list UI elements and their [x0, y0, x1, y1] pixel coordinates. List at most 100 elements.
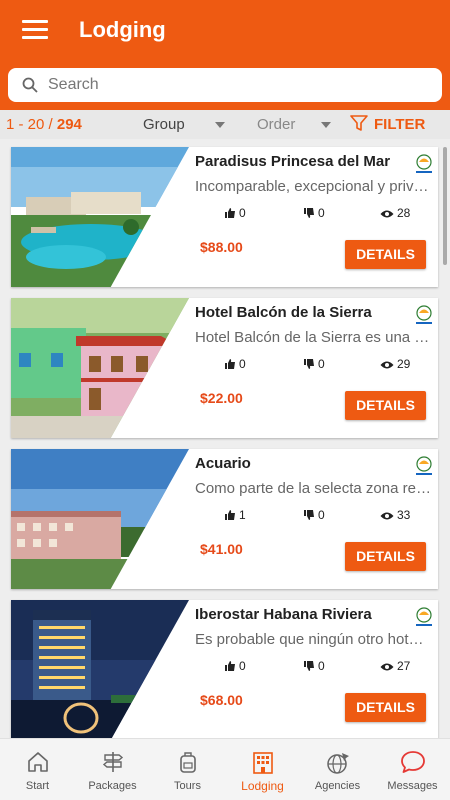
hotel-photo [11, 600, 189, 738]
page-title: Lodging [79, 17, 166, 42]
order-dropdown[interactable]: Order [257, 116, 332, 133]
hotel-name[interactable]: Paradisus Princesa del Mar [195, 153, 390, 170]
nav-label: Tours [174, 780, 201, 792]
nav-messages[interactable]: Messages [375, 739, 450, 800]
thumbs-up-icon [225, 661, 235, 671]
nav-tours[interactable]: Tours [150, 739, 225, 800]
agency-logo-icon [416, 607, 432, 626]
hotel-list[interactable]: Paradisus Princesa del Mar Incomparable,… [0, 139, 450, 738]
hotel-price: $68.00 [200, 692, 243, 708]
bottom-navigation: Start Packages Tours Lodging Agencies Me… [0, 738, 450, 800]
home-icon [27, 752, 48, 772]
views-stat: 33 [380, 508, 410, 522]
thumbs-down-icon [304, 359, 314, 369]
filter-label: FILTER [374, 116, 426, 133]
chevron-down-icon [321, 122, 332, 129]
nav-start[interactable]: Start [0, 739, 75, 800]
scrollbar[interactable] [443, 147, 447, 265]
hotel-name[interactable]: Iberostar Habana Riviera [195, 606, 372, 623]
views-count: 29 [397, 357, 411, 371]
group-dropdown[interactable]: Group [143, 116, 225, 133]
likes-stat[interactable]: 0 [224, 357, 246, 371]
dislikes-stat[interactable]: 0 [303, 206, 325, 220]
menu-icon[interactable] [22, 20, 48, 42]
eye-icon [380, 361, 394, 369]
dislikes-stat[interactable]: 0 [303, 357, 325, 371]
details-button[interactable]: DETAILS [345, 542, 426, 571]
likes-stat[interactable]: 0 [224, 206, 246, 220]
dislikes-count: 0 [318, 357, 325, 371]
details-button[interactable]: DETAILS [345, 693, 426, 722]
hotel-card[interactable]: Acuario Como parte de la selecta zona re… [11, 449, 438, 589]
agency-logo-icon [416, 154, 432, 173]
search-icon [22, 77, 38, 93]
views-stat: 29 [380, 357, 410, 371]
thumbs-down-icon [304, 208, 314, 218]
chevron-down-icon [214, 122, 225, 129]
agency-logo-icon [416, 456, 432, 475]
thumbs-up-icon [225, 359, 235, 369]
views-count: 33 [397, 508, 411, 522]
agency-logo-icon [416, 305, 432, 324]
result-count: 1 - 20 / 294 [6, 116, 82, 133]
eye-icon [380, 663, 394, 671]
hotel-card[interactable]: Hotel Balcón de la Sierra Hotel Balcón d… [11, 298, 438, 438]
likes-stat[interactable]: 1 [224, 508, 246, 522]
details-button[interactable]: DETAILS [345, 391, 426, 420]
result-range: 1 - 20 / [6, 116, 57, 133]
nav-label: Agencies [314, 780, 361, 792]
nav-label: Packages [88, 780, 137, 792]
dislikes-stat[interactable]: 0 [303, 508, 325, 522]
hotel-card[interactable]: Iberostar Habana Riviera Es probable que… [11, 600, 438, 738]
hotel-photo [11, 449, 189, 589]
nav-label: Lodging [241, 779, 284, 793]
search-input[interactable] [48, 74, 428, 96]
likes-count: 1 [239, 508, 246, 522]
views-count: 28 [397, 206, 411, 220]
views-count: 27 [397, 659, 411, 673]
likes-count: 0 [239, 357, 246, 371]
nav-label: Messages [387, 780, 438, 792]
thumbs-up-icon [225, 510, 235, 520]
hotel-description: Incomparable, excepcional y privilegiado [195, 178, 431, 195]
hotel-description: Como parte de la selecta zona residencia… [195, 480, 431, 497]
search-bar[interactable] [8, 68, 442, 102]
eye-icon [380, 512, 394, 520]
hotel-price: $88.00 [200, 239, 243, 255]
building-icon [252, 752, 273, 774]
nav-lodging[interactable]: Lodging [225, 739, 300, 800]
hotel-price: $41.00 [200, 541, 243, 557]
hotel-price: $22.00 [200, 390, 243, 406]
nav-label: Start [25, 780, 50, 792]
chat-bubble-icon [400, 751, 425, 773]
likes-stat[interactable]: 0 [224, 659, 246, 673]
filter-button[interactable]: FILTER [350, 115, 425, 133]
dislikes-count: 0 [318, 508, 325, 522]
dislikes-count: 0 [318, 659, 325, 673]
hotel-name[interactable]: Acuario [195, 455, 251, 472]
hotel-name[interactable]: Hotel Balcón de la Sierra [195, 304, 372, 321]
eye-icon [380, 210, 394, 218]
signpost-icon [102, 752, 123, 772]
app-bar: Lodging [0, 0, 450, 110]
filter-bar: 1 - 20 / 294 Group Order FILTER [0, 110, 450, 139]
thumbs-down-icon [304, 510, 314, 520]
backpack-icon [179, 752, 196, 773]
views-stat: 28 [380, 206, 410, 220]
hotel-description: Hotel Balcón de la Sierra es una opción [195, 329, 431, 346]
hotel-photo [11, 298, 189, 438]
details-button[interactable]: DETAILS [345, 240, 426, 269]
globe-plane-icon [326, 753, 349, 774]
hotel-description: Es probable que ningún otro hotel de La [195, 631, 431, 648]
dislikes-stat[interactable]: 0 [303, 659, 325, 673]
nav-agencies[interactable]: Agencies [300, 739, 375, 800]
thumbs-up-icon [225, 208, 235, 218]
nav-packages[interactable]: Packages [75, 739, 150, 800]
views-stat: 27 [380, 659, 410, 673]
thumbs-down-icon [304, 661, 314, 671]
order-label: Order [257, 116, 296, 133]
result-total: 294 [56, 116, 82, 133]
dislikes-count: 0 [318, 206, 325, 220]
hotel-card[interactable]: Paradisus Princesa del Mar Incomparable,… [11, 147, 438, 287]
group-label: Group [143, 116, 185, 133]
